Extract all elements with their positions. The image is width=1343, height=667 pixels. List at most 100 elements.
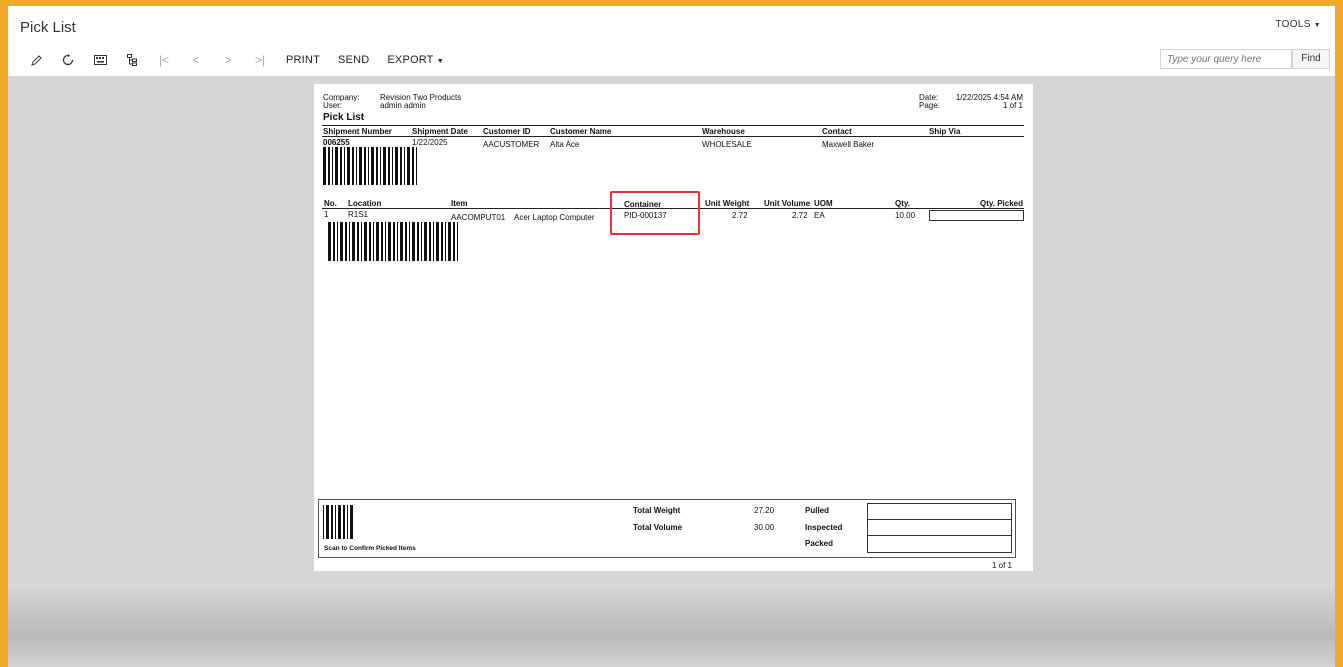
barcode-bar: [364, 222, 367, 261]
barcode-bar: [349, 222, 350, 261]
col-shipment-number: Shipment Number: [323, 127, 392, 136]
send-button[interactable]: SEND: [338, 54, 369, 66]
barcode-bar: [376, 147, 378, 185]
barcode-bar: [412, 222, 415, 261]
barcode-bar: [347, 505, 348, 539]
user-value: admin admin: [380, 101, 426, 110]
line-no: 1: [324, 210, 329, 219]
pulled-label: Pulled: [805, 506, 830, 515]
col-customer-id: Customer ID: [483, 127, 531, 136]
search-input[interactable]: [1160, 49, 1292, 69]
report-title: Pick List: [323, 112, 365, 123]
col-qty-picked: Qty. Picked: [980, 199, 1023, 208]
barcode-bar: [381, 222, 383, 261]
col-unit-volume: Unit Volume: [764, 199, 811, 208]
line-qty: 10.00: [895, 211, 916, 220]
page-label: Page:: [919, 101, 940, 110]
line-uom: EA: [814, 211, 825, 220]
barcode-bar: [385, 222, 386, 261]
first-page-icon[interactable]: |<: [148, 50, 180, 70]
hierarchy-tree-icon[interactable]: [116, 50, 148, 70]
contact: Maxwell Baker: [822, 140, 875, 149]
line-unit-volume: 2.72: [792, 211, 808, 220]
line-location: R1S1: [348, 210, 369, 219]
customer-name: Alta Ace: [550, 140, 580, 149]
customer-id: AACUSTOMER: [483, 140, 540, 149]
find-button[interactable]: Find: [1292, 49, 1330, 69]
barcode-bar: [333, 222, 335, 261]
col-location: Location: [348, 199, 382, 208]
col-customer-name: Customer Name: [550, 127, 612, 136]
shipment-rule: [322, 136, 1024, 137]
total-volume-value: 30.00: [754, 523, 775, 532]
tools-menu[interactable]: TOOLS ▼: [1275, 19, 1321, 30]
barcode-bar: [421, 222, 422, 261]
barcode-bar: [457, 222, 458, 261]
col-no: No.: [324, 199, 337, 208]
barcode-bar: [323, 147, 326, 185]
barcode-bar: [350, 505, 353, 539]
col-item: Item: [451, 199, 468, 208]
export-button[interactable]: EXPORT ▼: [387, 54, 443, 66]
col-warehouse: Warehouse: [702, 127, 745, 136]
shipment-number: 006255: [323, 138, 350, 147]
col-qty: Qty.: [895, 199, 910, 208]
barcode-bar: [376, 222, 379, 261]
barcode-bar: [361, 222, 362, 261]
app-frame: Pick List TOOLS ▼ |< < > >| PRINT SEND E…: [8, 6, 1335, 667]
barcode-bar: [371, 147, 374, 185]
next-page-icon[interactable]: >: [212, 50, 244, 70]
barcode-bar: [409, 222, 410, 261]
barcode-bar: [380, 147, 381, 185]
tools-label: TOOLS: [1275, 19, 1311, 30]
refresh-icon[interactable]: [52, 50, 84, 70]
barcode-bar: [400, 147, 402, 185]
barcode-bar: [340, 222, 343, 261]
barcode-bar: [338, 505, 341, 539]
last-page-icon[interactable]: >|: [244, 50, 276, 70]
chevron-down-icon: ▼: [1313, 22, 1321, 29]
packed-label: Packed: [805, 539, 834, 548]
barcode-bar: [331, 505, 333, 539]
line-description: Acer Laptop Computer: [514, 213, 595, 222]
print-button[interactable]: PRINT: [286, 54, 320, 66]
highlight-container-box: [610, 191, 700, 235]
barcode-bar: [416, 147, 417, 185]
barcode-bar: [407, 147, 410, 185]
barcode-bar: [404, 147, 405, 185]
qty-picked-box: [929, 210, 1024, 221]
toolbar: |< < > >| PRINT SEND EXPORT ▼: [20, 50, 462, 70]
barcode-bar: [352, 147, 354, 185]
report-viewer[interactable]: Company: Revision Two Products User: adm…: [8, 76, 1335, 667]
total-weight-value: 27.20: [754, 506, 775, 515]
barcode-bar: [405, 222, 407, 261]
keyboard-icon[interactable]: [84, 50, 116, 70]
pulled-box: [867, 503, 1012, 520]
col-contact: Contact: [822, 127, 852, 136]
confirm-barcode: [323, 505, 353, 539]
barcode-bar: [340, 147, 342, 185]
barcode-bar: [392, 147, 393, 185]
page-value: 1 of 1: [1002, 101, 1023, 110]
barcode-bar: [433, 222, 434, 261]
report-page: Company: Revision Two Products User: adm…: [314, 84, 1033, 571]
barcode-bar: [328, 222, 331, 261]
barcode-bar: [357, 222, 359, 261]
barcode-bar: [397, 222, 398, 261]
barcode-bar: [359, 147, 362, 185]
barcode-bar: [364, 147, 366, 185]
previous-page-icon[interactable]: <: [180, 50, 212, 70]
barcode-bar: [436, 222, 439, 261]
barcode-bar: [345, 222, 347, 261]
barcode-bar: [453, 222, 455, 261]
warehouse: WHOLESALE: [702, 140, 752, 149]
barcode-bar: [343, 505, 345, 539]
edit-pencil-icon[interactable]: [20, 50, 52, 70]
line-item: AACOMPUT01: [451, 213, 506, 222]
footer-page-count: 1 of 1: [991, 561, 1012, 570]
barcode-bar: [369, 222, 371, 261]
export-label: EXPORT: [387, 54, 434, 66]
col-unit-weight: Unit Weight: [705, 199, 750, 208]
item-barcode: [328, 222, 458, 261]
barcode-bar: [445, 222, 446, 261]
